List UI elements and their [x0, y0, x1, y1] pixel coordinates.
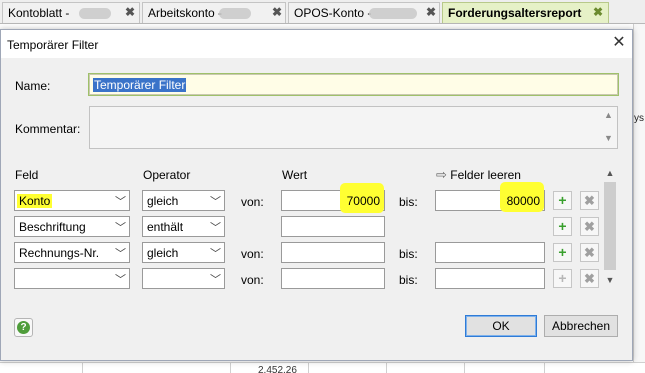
to-label: bis: [399, 247, 418, 261]
cancel-button[interactable]: Abbrechen [544, 315, 618, 337]
ok-button[interactable]: OK [465, 315, 537, 337]
grid-line [82, 362, 83, 373]
grid-line [544, 362, 545, 373]
dialog-titlebar: Temporärer Filter ✕ [1, 30, 632, 58]
add-row-button[interactable]: + [553, 243, 572, 262]
tab-forderungsaltersreport[interactable]: Forderungsaltersreport ✖ [442, 2, 609, 23]
operator-select-row-1[interactable]: gleich ﹀ [142, 190, 225, 211]
chevron-down-icon: ﹀ [210, 248, 221, 260]
rows-scrollbar[interactable]: ▲ ▼ [602, 165, 618, 288]
close-icon[interactable]: ✕ [609, 33, 629, 53]
background-cell-value: 2.452,26 [258, 365, 297, 373]
add-row-button[interactable]: + [553, 217, 572, 236]
background-column-header: ys [634, 113, 644, 124]
help-icon: ? [17, 321, 30, 334]
remove-row-button[interactable]: ✖ [580, 243, 599, 262]
comment-scrollbar[interactable]: ▲ ▼ [600, 107, 617, 148]
arrow-right-icon: ⇨ [436, 167, 447, 182]
field-select-row-2[interactable]: Beschriftung ﹀ [14, 216, 130, 237]
header-operator: Operator [143, 168, 191, 182]
header-field: Feld [15, 168, 39, 182]
field-select-row-4[interactable]: ﹀ [14, 268, 130, 289]
operator-select-row-4[interactable]: ﹀ [142, 268, 225, 289]
grid-line [308, 362, 309, 373]
remove-row-button[interactable]: ✖ [580, 269, 599, 288]
grid-line [464, 362, 465, 373]
chevron-down-icon: ﹀ [115, 196, 126, 208]
background-panel [633, 24, 645, 373]
scroll-down-icon[interactable]: ▼ [604, 133, 613, 143]
clear-fields-link[interactable]: ⇨ Felder leeren [436, 167, 521, 183]
to-input-row-1[interactable]: 80000 [435, 182, 545, 212]
chevron-down-icon: ﹀ [115, 248, 126, 260]
to-label: bis: [399, 273, 418, 287]
clear-fields-label: Felder leeren [450, 168, 521, 182]
operator-value: gleich [147, 194, 179, 208]
field-value: Beschriftung [19, 220, 86, 234]
background-table-row [0, 362, 645, 373]
from-value: 70000 [346, 194, 380, 208]
to-input-row-3[interactable] [435, 242, 545, 263]
chevron-down-icon: ﹀ [210, 274, 221, 286]
chevron-down-icon: ﹀ [115, 222, 126, 234]
redacted-text [79, 8, 111, 19]
close-icon[interactable]: ✖ [125, 5, 135, 19]
add-row-button[interactable]: + [553, 191, 572, 210]
close-icon[interactable]: ✖ [426, 5, 436, 19]
field-select-row-3[interactable]: Rechnungs-Nr. ﹀ [14, 242, 130, 263]
operator-select-row-3[interactable]: gleich ﹀ [142, 242, 225, 263]
comment-field[interactable]: ▲ ▼ [89, 106, 618, 149]
help-button[interactable]: ? [14, 318, 33, 337]
name-input[interactable]: Temporärer Filter [88, 73, 619, 96]
from-input-row-3[interactable] [281, 242, 385, 263]
field-value: Rechnungs-Nr. [19, 246, 100, 260]
remove-row-button[interactable]: ✖ [580, 217, 599, 236]
redacted-text [369, 8, 417, 19]
tab-bar: Kontoblatt - ✖ Arbeitskonto - ✖ OPOS-Kon… [0, 0, 645, 24]
tab-kontoblatt[interactable]: Kontoblatt - ✖ [2, 2, 140, 23]
chevron-down-icon: ﹀ [210, 222, 221, 234]
header-value: Wert [282, 168, 308, 182]
value-input-row-2[interactable] [281, 216, 385, 237]
from-input-row-4[interactable] [281, 268, 385, 289]
temporary-filter-dialog: Temporärer Filter ✕ Name: Temporärer Fil… [0, 29, 633, 361]
to-label: bis: [399, 195, 418, 209]
tab-label: Arbeitskonto - [148, 6, 223, 20]
scroll-thumb[interactable] [604, 182, 616, 270]
grid-line [230, 362, 231, 373]
name-label: Name: [15, 79, 51, 93]
tab-opos-konto[interactable]: OPOS-Konto - ✖ [288, 2, 440, 23]
add-row-button: + [553, 269, 572, 288]
from-label: von: [241, 195, 264, 209]
tab-arbeitskonto[interactable]: Arbeitskonto - ✖ [142, 2, 286, 23]
close-icon[interactable]: ✖ [593, 5, 603, 19]
chevron-down-icon: ﹀ [210, 196, 221, 208]
remove-row-button[interactable]: ✖ [580, 191, 599, 210]
close-icon[interactable]: ✖ [272, 5, 282, 19]
scroll-up-icon[interactable]: ▲ [604, 110, 613, 120]
chevron-down-icon: ﹀ [115, 274, 126, 286]
from-label: von: [241, 247, 264, 261]
comment-label: Kommentar: [15, 122, 81, 136]
operator-value: enthält [147, 220, 184, 234]
field-value: Konto [17, 194, 53, 208]
redacted-text [219, 8, 251, 19]
to-input-row-4[interactable] [435, 268, 545, 289]
from-label: von: [241, 273, 264, 287]
to-value: 80000 [506, 194, 540, 208]
scroll-down-icon[interactable]: ▼ [602, 272, 618, 288]
field-select-row-1[interactable]: Konto ﹀ [14, 190, 130, 211]
scroll-up-icon[interactable]: ▲ [602, 165, 618, 181]
dialog-title: Temporärer Filter [7, 38, 99, 52]
tab-label: Forderungsaltersreport [448, 6, 582, 20]
operator-select-row-2[interactable]: enthält ﹀ [142, 216, 225, 237]
tab-label: OPOS-Konto - [294, 6, 372, 20]
operator-value: gleich [147, 246, 179, 260]
from-input-row-1[interactable]: 70000 [281, 183, 385, 213]
name-value: Temporärer Filter [93, 78, 187, 92]
tab-label: Kontoblatt - [8, 6, 70, 20]
grid-line [386, 362, 387, 373]
